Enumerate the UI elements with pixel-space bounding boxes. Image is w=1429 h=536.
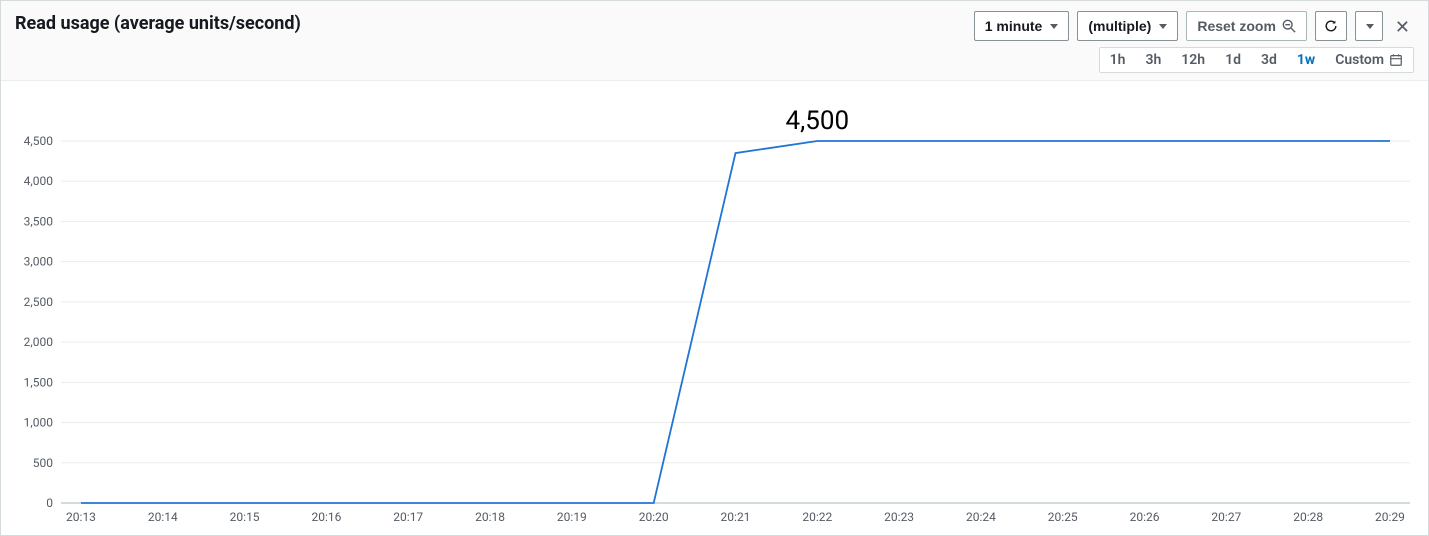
metric-panel: Read usage (average units/second) 1 minu… [0,0,1429,536]
y-tick-label: 1,000 [24,416,54,430]
range-tab-label: 3d [1261,52,1277,68]
range-tab-label: 3h [1145,52,1161,68]
x-tick-label: 20:25 [1048,510,1078,524]
x-tick-label: 20:26 [1130,510,1160,524]
x-tick-label: 20:22 [802,510,832,524]
range-tab-custom[interactable]: Custom [1325,48,1413,72]
actions-dropdown[interactable] [1355,11,1383,41]
caret-down-icon [1159,24,1167,29]
range-tab-1w[interactable]: 1w [1287,48,1325,72]
y-tick-label: 1,500 [24,375,54,389]
calendar-icon [1389,53,1403,67]
y-tick-label: 4,500 [24,134,54,148]
refresh-button[interactable] [1315,11,1347,41]
refresh-icon [1324,19,1338,33]
zoom-out-icon [1282,19,1296,33]
x-tick-label: 20:14 [148,510,178,524]
range-tab-label: 12h [1181,52,1205,68]
range-tab-1h[interactable]: 1h [1100,48,1136,72]
x-tick-label: 20:23 [884,510,914,524]
reset-zoom-label: Reset zoom [1197,18,1276,34]
x-tick-label: 20:13 [66,510,96,524]
caret-down-icon [1050,24,1058,29]
y-tick-label: 3,500 [24,214,54,228]
x-tick-label: 20:18 [475,510,505,524]
range-tab-12h[interactable]: 12h [1171,48,1215,72]
range-tab-label: 1h [1110,52,1126,68]
y-tick-label: 500 [33,456,53,470]
x-tick-label: 20:21 [721,510,751,524]
x-tick-label: 20:27 [1211,510,1241,524]
y-tick-label: 2,000 [24,335,54,349]
period-dropdown-label: 1 minute [985,18,1043,34]
period-dropdown[interactable]: 1 minute [974,11,1070,41]
lines-dropdown-label: (multiple) [1088,18,1151,34]
x-tick-label: 20:20 [639,510,669,524]
range-tab-1d[interactable]: 1d [1215,48,1251,72]
y-tick-label: 4,000 [24,174,54,188]
x-tick-label: 20:24 [966,510,996,524]
time-range-tabs: 1h 3h 12h 1d 3d 1w Custom [1099,47,1414,73]
x-tick-label: 20:28 [1293,510,1323,524]
range-tab-label: 1d [1225,52,1241,68]
line-chart: 0 500 1,000 1,500 2,000 2,500 3,000 3,500 4,000 4… [7,91,1422,529]
y-tick-label: 3,000 [24,255,54,269]
x-tick-label: 20:17 [393,510,423,524]
y-tick-label: 2,500 [24,295,54,309]
y-tick-label: 0 [46,496,53,510]
reset-zoom-button[interactable]: Reset zoom [1186,11,1307,41]
range-tab-3d[interactable]: 3d [1251,48,1287,72]
x-tick-label: 20:15 [230,510,260,524]
panel-title: Read usage (average units/second) [15,11,301,34]
range-tab-3h[interactable]: 3h [1135,48,1171,72]
lines-dropdown[interactable]: (multiple) [1077,11,1178,41]
range-tab-label: Custom [1335,52,1384,68]
caret-down-icon [1366,24,1374,29]
close-button[interactable]: ✕ [1391,17,1414,39]
x-tick-label: 20:16 [311,510,341,524]
panel-header: Read usage (average units/second) 1 minu… [1,1,1428,81]
panel-controls: 1 minute (multiple) Reset zoom [974,11,1414,73]
x-tick-label: 20:29 [1375,510,1405,524]
chart-area: 0 500 1,000 1,500 2,000 2,500 3,000 3,500 4,000 4… [7,91,1422,529]
range-tab-label: 1w [1297,52,1315,68]
chart-annotation: 4,500 [786,106,850,136]
x-tick-label: 20:19 [557,510,587,524]
series-line [81,141,1390,503]
controls-row-top: 1 minute (multiple) Reset zoom [974,11,1414,41]
